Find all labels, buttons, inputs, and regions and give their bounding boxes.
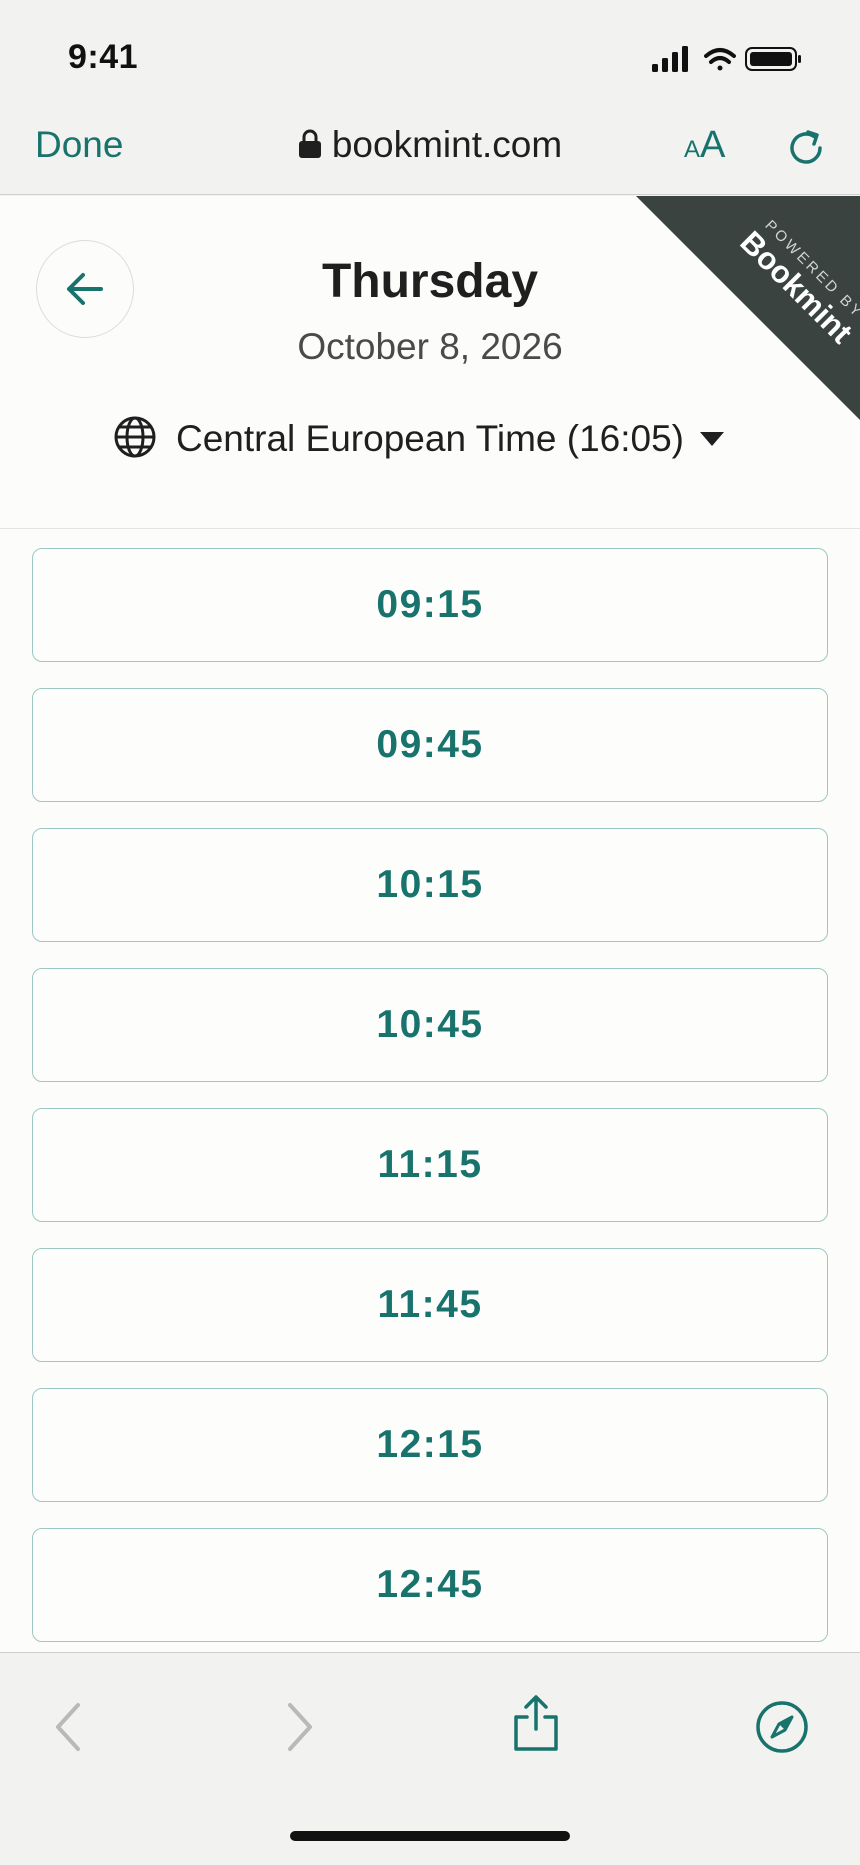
text-size-big-label: A <box>700 124 726 166</box>
timezone-select[interactable]: Central European Time (16:05) <box>112 414 724 464</box>
home-indicator <box>290 1831 570 1841</box>
forward-chevron-icon[interactable] <box>268 1697 328 1757</box>
status-time: 9:41 <box>68 38 139 76</box>
time-slot-button[interactable]: 10:45 <box>32 968 828 1082</box>
url-text: bookmint.com <box>331 124 563 165</box>
status-bar: 9:41 <box>0 0 860 110</box>
date-header: Thursday October 8, 2026 Central Europea… <box>0 196 860 529</box>
browser-address-bar: Done bookmint.com AA <box>0 110 860 195</box>
share-icon[interactable] <box>506 1693 566 1753</box>
time-slot-button[interactable]: 09:15 <box>32 548 828 662</box>
time-slot-button[interactable]: 12:45 <box>32 1528 828 1642</box>
lock-icon <box>298 126 322 168</box>
compass-icon[interactable] <box>752 1697 812 1757</box>
timezone-label: Central European Time (16:05) <box>176 418 684 459</box>
back-chevron-icon[interactable] <box>40 1697 100 1757</box>
reload-icon[interactable] <box>784 126 828 170</box>
time-slot-list: 09:15 09:45 10:15 10:45 11:15 11:45 12:1… <box>32 548 828 1652</box>
browser-toolbar <box>0 1652 860 1865</box>
wifi-icon <box>704 48 736 71</box>
time-slot-button[interactable]: 12:15 <box>32 1388 828 1502</box>
time-slot-button[interactable]: 11:15 <box>32 1108 828 1222</box>
text-size-small-label: A <box>684 136 701 163</box>
status-icons <box>650 44 810 74</box>
time-slot-button[interactable]: 09:45 <box>32 688 828 802</box>
powered-by-ribbon[interactable]: POWERED BY Bookmint <box>636 196 860 420</box>
caret-down-icon <box>700 432 724 446</box>
time-slot-button[interactable]: 11:45 <box>32 1248 828 1362</box>
booking-page: Thursday October 8, 2026 Central Europea… <box>0 196 860 1652</box>
time-slot-button[interactable]: 10:15 <box>32 828 828 942</box>
battery-icon <box>745 47 801 71</box>
globe-icon <box>112 414 158 465</box>
cellular-signal-icon <box>652 46 688 72</box>
text-size-button[interactable]: AA <box>684 124 725 167</box>
url-field[interactable]: bookmint.com <box>0 124 860 168</box>
